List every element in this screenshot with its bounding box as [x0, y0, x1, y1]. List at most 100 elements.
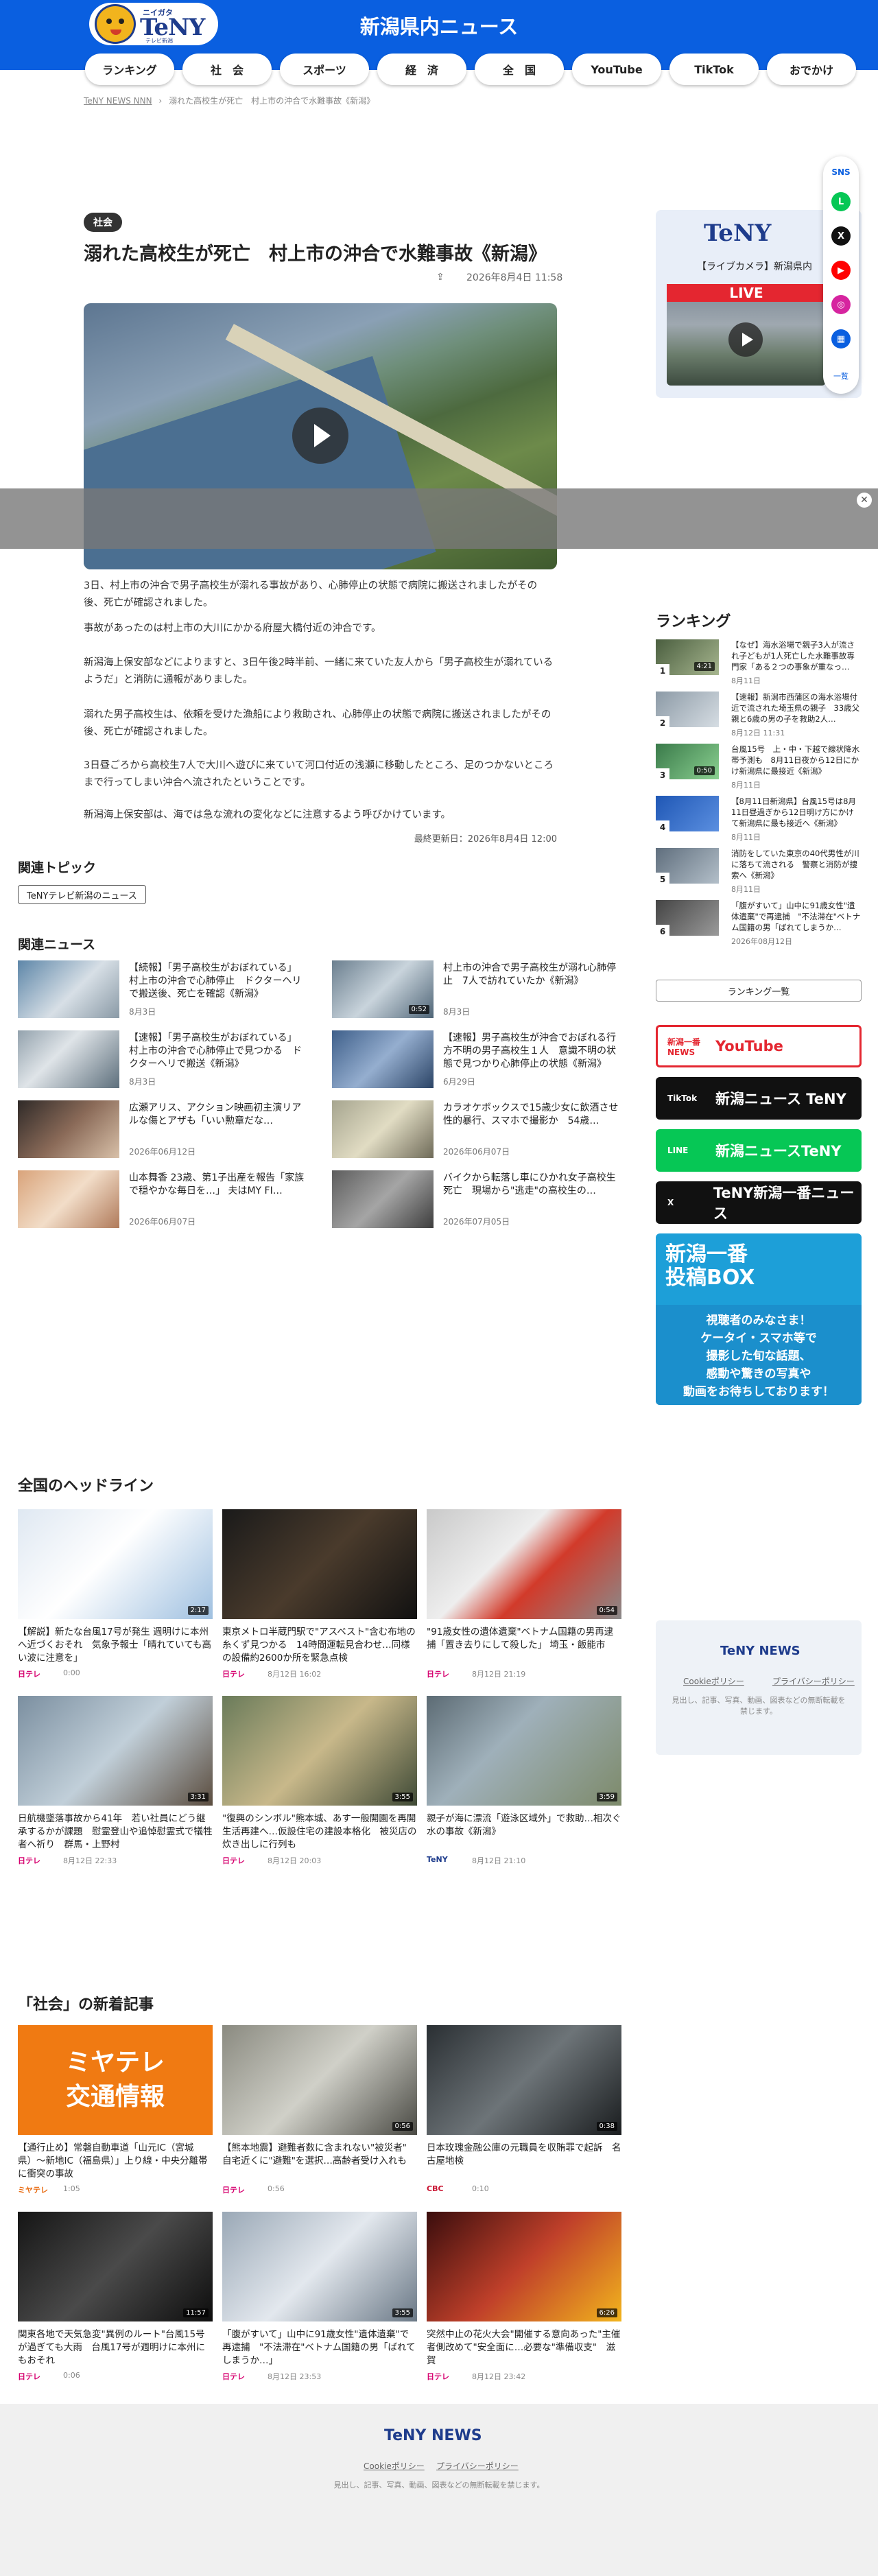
news-thumbnail[interactable] [18, 1170, 119, 1228]
ranking-title[interactable]: 【速報】新潟市西蒲区の海水浴場付近で流された埼玉県の親子 33歳父親と6歳の男の… [731, 692, 862, 724]
card-title[interactable]: 【熊本地震】避難者数に含まれない"被災者" 自宅近くに"避難"を選択…高齢者受け… [222, 2142, 417, 2181]
card-thumbnail[interactable]: 0:54 [427, 1509, 621, 1619]
news-title[interactable]: カラオケボックスで15歳少女に飲酒させ性的暴行、スマホで撮影か 54歳… [443, 1102, 619, 1141]
related-news-item[interactable]: 【続報】「男子高校生がおぼれている」村上市の沖合で心肺停止 ドクターヘリで搬送後… [18, 960, 306, 1018]
grid-icon[interactable]: ▦ [831, 329, 851, 348]
society-card[interactable]: 0:56 【熊本地震】避難者数に含まれない"被災者" 自宅近くに"避難"を選択…高… [222, 2025, 417, 2202]
share-icon[interactable]: ⇪ [436, 272, 447, 283]
card-title[interactable]: 親子が海に漂流「遊泳区域外」で救助…相次ぐ水の事故《新潟》 [427, 1812, 621, 1852]
card-thumbnail[interactable] [222, 1509, 417, 1619]
news-title[interactable]: 【続報】「男子高校生がおぼれている」村上市の沖合で心肺停止 ドクターヘリで搬送後… [129, 962, 305, 1001]
card-title[interactable]: 【通行止め】常磐自動車道「山元IC（宮城県）〜新地IC（福島県）」上り線・中央分… [18, 2142, 213, 2181]
news-title[interactable]: バイクから転落し車にひかれ女子高校生死亡 現場から"逃走"の高校生の… [443, 1172, 619, 1211]
card-thumbnail[interactable]: 3:59 [427, 1696, 621, 1806]
ranking-more-button[interactable]: ランキング一覧 [656, 980, 862, 1002]
nav-item[interactable]: TikTok [669, 54, 759, 85]
related-news-item[interactable]: 0:52 村上市の沖合で男子高校生が溺れ心肺停止 7人で訪れていたか《新潟》 8月3… [332, 960, 620, 1018]
category-badge[interactable]: 社会 [84, 213, 122, 232]
sns-banner[interactable]: TikTok 新潟ニュース TeNY [656, 1077, 862, 1120]
society-card[interactable]: 11:57 関東各地で天気急変"異例のルート"台風15号が過ぎても大雨 台風17号… [18, 2212, 213, 2389]
news-thumbnail[interactable] [332, 1170, 434, 1228]
related-news-item[interactable]: 山本舞香 23歳、第1子出産を報告「家族で穏やかな毎日を…」 夫はMY FI… 2… [18, 1170, 306, 1228]
ranking-title[interactable]: 台風15号 上・中・下越で線状降水帯予測も 8月11日夜から12日にかけ新潟県に… [731, 744, 862, 777]
national-card[interactable]: 2:17 【解説】新たな台風17号が発生 週明けに本州へ近づくおそれ 気象予報士「… [18, 1509, 213, 1686]
card-title[interactable]: "91歳女性の遺体遺棄"ベトナム国籍の男再逮捕「置き去りにして殺した」 埼玉・飯… [427, 1626, 621, 1665]
sns-banner[interactable]: X TeNY新潟一番ニュース [656, 1181, 862, 1224]
related-news-item[interactable]: バイクから転落し車にひかれ女子高校生死亡 現場から"逃走"の高校生の… 2026年… [332, 1170, 620, 1228]
news-thumbnail[interactable]: 0:52 [332, 960, 434, 1018]
card-thumbnail[interactable]: 11:57 [18, 2212, 213, 2321]
instagram-icon[interactable]: ◎ [831, 295, 851, 314]
news-title[interactable]: 【速報】「男子高校生がおぼれている」村上市の沖合で心肺停止で見つかる ドクターヘ… [129, 1032, 305, 1071]
ranking-item[interactable]: 5 消防をしていた東京の40代男性が川に落ちて流される 警察と消防が捜索へ《新潟》… [656, 848, 862, 894]
related-news-item[interactable]: カラオケボックスで15歳少女に飲酒させ性的暴行、スマホで撮影か 54歳… 2026… [332, 1100, 620, 1158]
sns-banner[interactable]: LINE 新潟ニュースTeNY [656, 1129, 862, 1172]
news-title[interactable]: 村上市の沖合で男子高校生が溺れ心肺停止 7人で訪れていたか《新潟》 [443, 962, 619, 1001]
national-card[interactable]: 3:31 日航機墜落事故から41年 若い社員にどう継承するかが課題 慰霊登山や追悼… [18, 1696, 213, 1873]
card-thumbnail[interactable]: 0:38 [427, 2025, 621, 2135]
card-title[interactable]: 「腹がすいて」山中に91歳女性"遺体遺棄"で再逮捕 "不法滞在"ベトナム国籍の男… [222, 2328, 417, 2367]
card-thumbnail[interactable]: 2:17 [18, 1509, 213, 1619]
cookie-policy-link[interactable]: Cookieポリシー [683, 1675, 744, 1687]
news-thumbnail[interactable] [332, 1100, 434, 1158]
privacy-policy-link[interactable]: プライバシーポリシー [772, 1675, 855, 1687]
line-icon[interactable]: L [831, 192, 851, 211]
youtube-icon[interactable]: ▶ [831, 261, 851, 280]
card-thumbnail[interactable]: ミヤテレ 交通情報 [18, 2025, 213, 2135]
card-title[interactable]: 東京メトロ半蔵門駅で"アスベスト"含む布地の糸くず見つかる 14時間運転見合わせ… [222, 1626, 417, 1665]
national-card[interactable]: 3:55 "復興のシンボル"熊本城、あす一般開園を再開 生活再建へ…仮設住宅の建設… [222, 1696, 417, 1873]
ranking-item[interactable]: 6 「腹がすいて」山中に91歳女性"遺体遺棄"で再逮捕 "不法滞在"ベトナム国籍の… [656, 900, 862, 946]
live-play-icon[interactable] [728, 322, 763, 357]
privacy-policy-link[interactable]: プライバシーポリシー [436, 2460, 519, 2472]
topic-tag[interactable]: TeNYテレビ新潟のニュース [18, 885, 146, 904]
cookie-policy-link[interactable]: Cookieポリシー [364, 2460, 425, 2472]
ranking-title[interactable]: 「腹がすいて」山中に91歳女性"遺体遺棄"で再逮捕 "不法滞在"ベトナム国籍の男… [731, 900, 862, 933]
close-icon[interactable]: ✕ [857, 493, 872, 508]
card-title[interactable]: 日航機墜落事故から41年 若い社員にどう継承するかが課題 慰霊登山や追悼慰霊式で… [18, 1812, 213, 1852]
card-title[interactable]: 日本玫瑰金融公庫の元職員を収賄罪で起訴 名古屋地検 [427, 2142, 621, 2181]
card-thumbnail[interactable]: 0:56 [222, 2025, 417, 2135]
sns-banner[interactable]: 新潟一番 NEWS YouTube [656, 1025, 862, 1067]
society-card[interactable]: 3:55 「腹がすいて」山中に91歳女性"遺体遺棄"で再逮捕 "不法滞在"ベトナム… [222, 2212, 417, 2389]
card-thumbnail[interactable]: 3:55 [222, 2212, 417, 2321]
news-thumbnail[interactable] [18, 960, 119, 1018]
play-button-icon[interactable] [292, 407, 348, 464]
nav-item[interactable]: スポーツ [280, 54, 369, 85]
card-title[interactable]: 関東各地で天気急変"異例のルート"台風15号が過ぎても大雨 台風17号が週明けに… [18, 2328, 213, 2367]
x-icon[interactable]: X [831, 226, 851, 246]
ranking-title[interactable]: 【なぜ】海水浴場で親子3人が流され子どもが1人死亡した水難事故専門家「ある２つの… [731, 639, 862, 672]
society-card[interactable]: 0:38 日本玫瑰金融公庫の元職員を収賄罪で起訴 名古屋地検 CBC 0:10 [427, 2025, 621, 2202]
news-thumbnail[interactable] [18, 1100, 119, 1158]
related-news-item[interactable]: 【速報】男子高校生が沖合でおぼれる行方不明の男子高校生１人 意識不明の状態で見つ… [332, 1030, 620, 1088]
nav-item[interactable]: ランキング [85, 54, 174, 85]
news-thumbnail[interactable] [332, 1030, 434, 1088]
card-thumbnail[interactable]: 3:31 [18, 1696, 213, 1806]
related-news-item[interactable]: 【速報】「男子高校生がおぼれている」村上市の沖合で心肺停止で見つかる ドクターヘ… [18, 1030, 306, 1088]
card-title[interactable]: "復興のシンボル"熊本城、あす一般開園を再開 生活再建へ…仮設住宅の建設本格化 … [222, 1812, 417, 1852]
nav-item[interactable]: おでかけ [767, 54, 856, 85]
breadcrumb-home[interactable]: TeNY NEWS NNN [84, 96, 152, 106]
national-card[interactable]: 東京メトロ半蔵門駅で"アスベスト"含む布地の糸くず見つかる 14時間運転見合わせ… [222, 1509, 417, 1686]
nav-item[interactable]: 経 済 [377, 54, 466, 85]
ranking-title[interactable]: 消防をしていた東京の40代男性が川に落ちて流される 警察と消防が捜索へ《新潟》 [731, 848, 862, 881]
ranking-item[interactable]: 0:50 3 台風15号 上・中・下越で線状降水帯予測も 8月11日夜から12日にか… [656, 744, 862, 790]
national-card[interactable]: 3:59 親子が海に漂流「遊泳区域外」で救助…相次ぐ水の事故《新潟》 TeNY 8月1… [427, 1696, 621, 1873]
national-card[interactable]: 0:54 "91歳女性の遺体遺棄"ベトナム国籍の男再逮捕「置き去りにして殺した」 … [427, 1509, 621, 1686]
news-title[interactable]: 【速報】男子高校生が沖合でおぼれる行方不明の男子高校生１人 意識不明の状態で見つ… [443, 1032, 619, 1071]
post-box-banner[interactable]: 新潟一番 投稿BOX 視聴者のみなさま！ ケータイ・スマホ等で 撮影した旬な話題… [656, 1233, 862, 1405]
sns-more-link[interactable]: 一覧 [823, 370, 859, 381]
card-thumbnail[interactable]: 6:26 [427, 2212, 621, 2321]
nav-item[interactable]: 全 国 [475, 54, 564, 85]
nav-item[interactable]: 社 会 [182, 54, 272, 85]
society-card[interactable]: ミヤテレ 交通情報【通行止め】常磐自動車道「山元IC（宮城県）〜新地IC（福島県… [18, 2025, 213, 2202]
ranking-item[interactable]: 4:21 1 【なぜ】海水浴場で親子3人が流され子どもが1人死亡した水難事故専門家「… [656, 639, 862, 685]
ranking-title[interactable]: 【8月11日新潟県】台風15号は8月11日昼過ぎから12日明け方にかけて新潟県に… [731, 796, 862, 829]
card-thumbnail[interactable]: 3:55 [222, 1696, 417, 1806]
live-screen[interactable]: LIVE [667, 284, 826, 386]
card-title[interactable]: 突然中止の花火大会"開催する意向あった"主催者側改めて"安全面に…必要な"準備収… [427, 2328, 621, 2367]
ranking-item[interactable]: 2 【速報】新潟市西蒲区の海水浴場付近で流された埼玉県の親子 33歳父親と6歳の男… [656, 692, 862, 737]
society-card[interactable]: 6:26 突然中止の花火大会"開催する意向あった"主催者側改めて"安全面に…必要な… [427, 2212, 621, 2389]
nav-item[interactable]: YouTube [572, 54, 661, 85]
card-title[interactable]: 【解説】新たな台風17号が発生 週明けに本州へ近づくおそれ 気象予報士「晴れてい… [18, 1626, 213, 1665]
news-title[interactable]: 山本舞香 23歳、第1子出産を報告「家族で穏やかな毎日を…」 夫はMY FI… [129, 1172, 305, 1211]
